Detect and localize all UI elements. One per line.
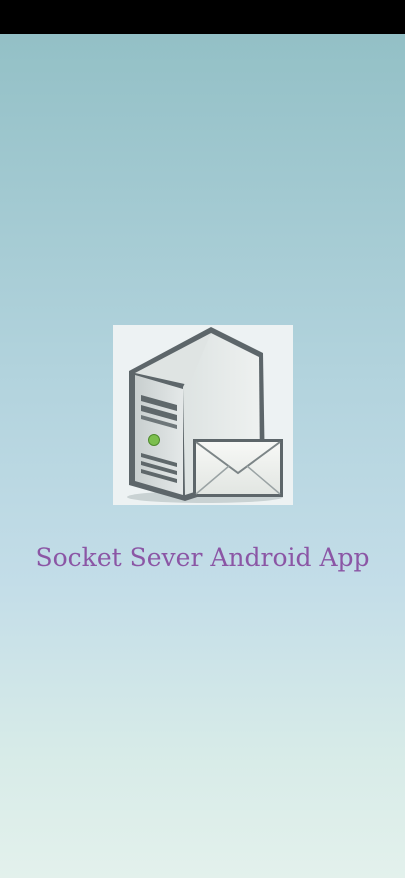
- app-title: Socket Sever Android App: [35, 543, 370, 572]
- status-bar: [0, 0, 405, 34]
- server-mail-icon: [113, 325, 293, 505]
